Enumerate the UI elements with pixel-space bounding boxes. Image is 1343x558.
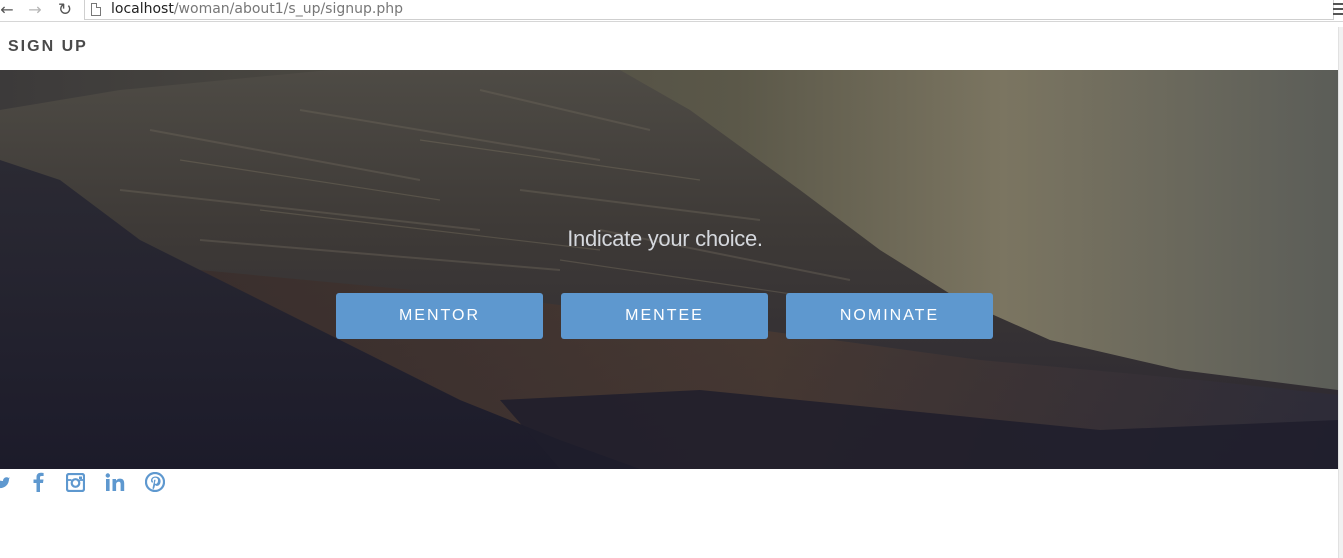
page-title: SIGN UP — [8, 38, 88, 55]
facebook-icon[interactable] — [30, 470, 46, 494]
mountain-background-image — [0, 70, 1338, 469]
address-bar[interactable]: localhost/woman/about1/s_up/signup.php ☆ — [84, 0, 1334, 20]
url-text[interactable]: localhost/woman/about1/s_up/signup.php — [111, 1, 403, 18]
nominate-button[interactable]: NOMINATE — [786, 293, 993, 339]
menu-icon[interactable] — [1333, 3, 1343, 15]
reload-icon[interactable]: ↻ — [56, 1, 74, 19]
pinterest-icon[interactable] — [144, 470, 166, 494]
scrollbar[interactable] — [1338, 27, 1343, 558]
back-icon[interactable]: ← — [0, 1, 16, 19]
mentor-button[interactable]: MENTOR — [336, 293, 543, 339]
twitter-icon[interactable] — [0, 470, 10, 494]
url-path: /woman/about1/s_up/signup.php — [173, 1, 403, 17]
choice-prompt: Indicate your choice. — [567, 226, 763, 251]
instagram-icon[interactable] — [65, 470, 85, 494]
browser-toolbar: ← → ↻ localhost/woman/about1/s_up/signup… — [0, 0, 1343, 22]
hero-banner: Indicate your choice. MENTOR MENTEE NOMI… — [0, 70, 1338, 469]
forward-icon[interactable]: → — [26, 1, 44, 19]
linkedin-icon[interactable] — [104, 470, 126, 494]
page-icon — [91, 3, 101, 16]
url-host: localhost — [111, 1, 174, 17]
mentee-button[interactable]: MENTEE — [561, 293, 768, 339]
site-header: SIGN UP — [0, 27, 1343, 70]
